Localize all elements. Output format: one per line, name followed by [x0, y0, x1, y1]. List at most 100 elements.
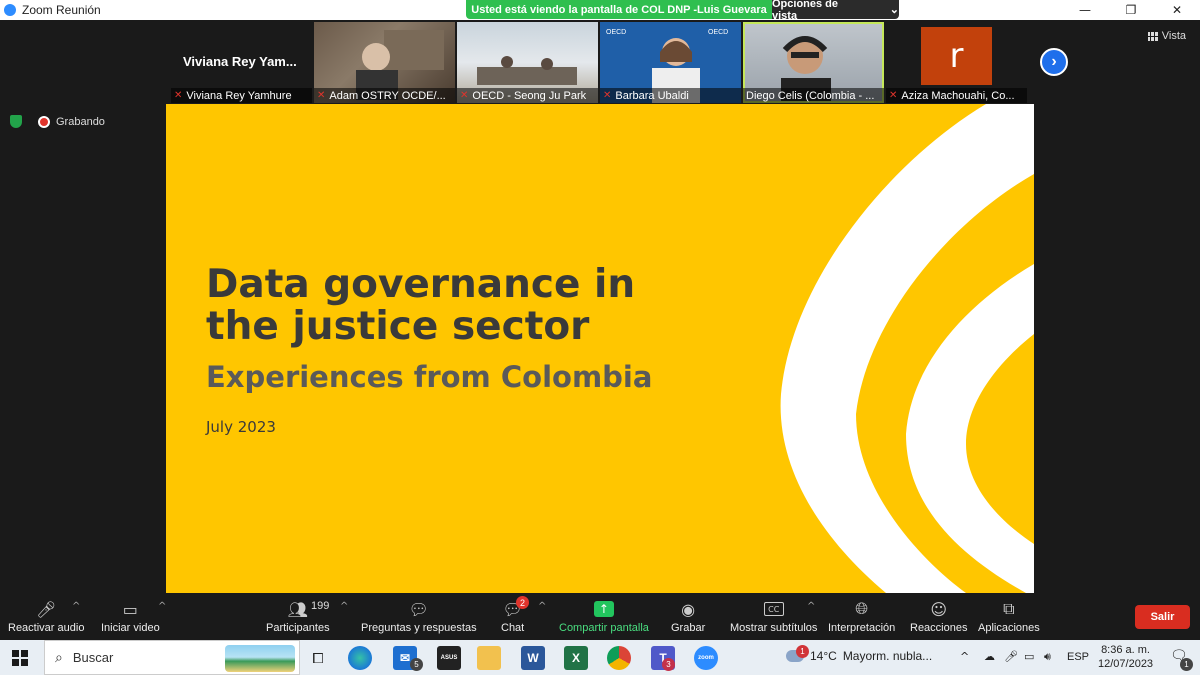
captions-options-caret[interactable]: ^	[807, 601, 815, 612]
microphone-icon[interactable]: 🎤︎	[1004, 650, 1018, 663]
participant-name: Viviana Rey Yamhure	[186, 89, 292, 102]
smiley-plus-icon: ☺	[930, 599, 948, 619]
qa-button[interactable]: 💬︎ Preguntas y respuestas	[361, 599, 477, 635]
windows-taskbar: ⌕ Buscar ⧠ ✉ 5 ASUS W X T 3 zoom 1 14°C …	[0, 640, 1200, 675]
slide-title: Data governance in the justice sector	[206, 264, 635, 348]
chrome-icon[interactable]	[607, 646, 631, 670]
participant-avatar: r	[921, 27, 992, 85]
record-icon: ◉	[681, 599, 696, 619]
people-icon: 👥︎	[287, 599, 308, 619]
participant-name: Barbara Ubaldi	[615, 89, 689, 102]
volume-icon[interactable]: 🔊︎	[1044, 650, 1051, 664]
participants-strip: Viviana Rey Yam... ✕ Viviana Rey Yamhure …	[171, 22, 1027, 103]
excel-icon[interactable]: X	[564, 646, 588, 670]
start-video-button[interactable]: ▭ Iniciar video	[101, 599, 160, 635]
participant-big-name: Viviana Rey Yam...	[183, 54, 297, 69]
chevron-down-icon: ⌄	[889, 4, 899, 16]
notifications-badge: 1	[1180, 658, 1193, 671]
participants-options-caret[interactable]: ^	[340, 601, 348, 612]
svg-text:OECD: OECD	[606, 29, 626, 36]
tray-chevron-icon[interactable]: ^	[960, 650, 969, 663]
edge-icon[interactable]	[348, 646, 372, 670]
share-screen-button[interactable]: ↑ Compartir pantalla	[559, 599, 649, 634]
participants-count: 199	[311, 600, 330, 612]
record-button[interactable]: ◉ Grabar	[671, 599, 705, 635]
participant-tile[interactable]: OECD OECD ✕ Barbara Ubaldi	[600, 22, 741, 103]
zoom-taskbar-icon[interactable]: zoom	[694, 646, 718, 670]
recording-dot-icon	[38, 115, 50, 128]
closed-captions-icon: CC	[763, 602, 784, 616]
meeting-area: Vista Viviana Rey Yam... ✕ Viviana Rey Ya…	[0, 20, 1200, 595]
participant-name: Aziza Machouahi, Co...	[901, 89, 1015, 102]
participant-name: OECD - Seong Ju Park	[472, 89, 587, 102]
network-icon[interactable]: ▭	[1024, 650, 1034, 663]
grid-view-icon	[1147, 31, 1158, 41]
security-shield-icon	[10, 115, 22, 128]
leave-button[interactable]: Salir	[1135, 605, 1190, 629]
participant-tile[interactable]: Viviana Rey Yam... ✕ Viviana Rey Yamhure	[171, 22, 312, 103]
apps-button[interactable]: ⧉ Aplicaciones	[978, 599, 1040, 634]
video-off-icon: ▭	[122, 599, 138, 619]
participant-name: Diego Celis (Colombia - ...	[746, 89, 875, 102]
maximize-button[interactable]: ❐	[1108, 0, 1154, 20]
screen-share-banner: Usted está viendo la pantalla de COL DNP…	[466, 0, 772, 19]
audio-options-caret[interactable]: ^	[72, 601, 80, 612]
mic-muted-icon: ✕	[889, 90, 898, 101]
asus-icon[interactable]: ASUS	[437, 646, 461, 670]
windows-start-icon[interactable]	[12, 650, 28, 666]
qa-bubbles-icon: 💬︎	[408, 599, 429, 619]
view-button[interactable]: Vista	[1147, 30, 1186, 42]
slide-subtitle: Experiences from Colombia	[206, 360, 653, 394]
view-options-label: Opciones de vista	[772, 0, 839, 22]
cloud-sync-icon[interactable]: ☁	[984, 650, 995, 663]
meeting-controls: 🎤︎ Reactivar audio ^ ▭ Iniciar video ^ 👥…	[0, 595, 1200, 640]
system-clock[interactable]: 8:36 a. m. 12/07/2023	[1098, 643, 1153, 671]
zoom-app-icon	[4, 4, 16, 16]
search-highlight-image	[225, 645, 295, 672]
clock-time: 8:36 a. m.	[1101, 644, 1150, 656]
slide-title-line1: Data governance in	[206, 262, 636, 307]
view-options-button[interactable]: Opciones de vista ⌄	[772, 0, 899, 22]
share-arrow-icon: ↑	[593, 601, 614, 617]
clock-date: 12/07/2023	[1098, 658, 1154, 670]
window-controls: — ❐ ✕	[1062, 0, 1200, 20]
chat-unread-badge: 2	[516, 596, 529, 609]
globe-icon: 🌐︎	[855, 599, 869, 618]
close-button[interactable]: ✕	[1154, 0, 1200, 20]
apps-icon: ⧉	[1003, 599, 1015, 618]
weather-alert-badge: 1	[796, 645, 809, 658]
reactions-button[interactable]: ☺ Reacciones	[910, 599, 967, 635]
mic-muted-icon: ✕	[603, 90, 612, 101]
video-options-caret[interactable]: ^	[158, 601, 166, 612]
mic-muted-icon: ✕	[174, 90, 183, 101]
taskbar-search[interactable]: ⌕ Buscar	[44, 640, 300, 675]
participant-tile-active-speaker[interactable]: Diego Celis (Colombia - ...	[743, 22, 884, 103]
svg-text:OECD: OECD	[708, 29, 728, 36]
file-explorer-icon[interactable]	[477, 646, 501, 670]
shared-screen-slide: Data governance in the justice sector Ex…	[166, 104, 1034, 593]
slide-title-line2: the justice sector	[206, 304, 590, 349]
chat-options-caret[interactable]: ^	[538, 601, 546, 612]
participant-tile[interactable]: ✕ OECD - Seong Ju Park	[457, 22, 598, 103]
participant-name: Adam OSTRY OCDE/...	[329, 89, 446, 102]
weather-temp: 14°C	[810, 649, 837, 663]
mic-muted-icon: ✕	[317, 90, 326, 101]
recording-indicator: Grabando	[10, 115, 105, 128]
microphone-muted-icon: 🎤︎	[36, 599, 57, 619]
word-icon[interactable]: W	[521, 646, 545, 670]
interpretation-button[interactable]: 🌐︎ Interpretación	[828, 599, 895, 634]
participant-tile[interactable]: ✕ Adam OSTRY OCDE/...	[314, 22, 455, 103]
next-participants-button[interactable]: ›	[1040, 48, 1068, 76]
participant-tile[interactable]: r ✕ Aziza Machouahi, Co...	[886, 22, 1027, 103]
slide-date: July 2023	[206, 418, 276, 436]
mic-muted-icon: ✕	[460, 90, 469, 101]
weather-text: Mayorm. nubla...	[842, 649, 933, 663]
search-placeholder: Buscar	[72, 650, 114, 665]
show-captions-button[interactable]: CC Mostrar subtítulos	[730, 599, 817, 634]
weather-widget[interactable]: 1 14°C Mayorm. nubla...	[786, 645, 933, 663]
teams-badge: 3	[662, 658, 675, 671]
recording-label: Grabando	[56, 115, 105, 128]
minimize-button[interactable]: —	[1062, 0, 1108, 20]
input-language[interactable]: ESP	[1067, 651, 1089, 663]
task-view-icon[interactable]: ⧠	[306, 646, 330, 670]
